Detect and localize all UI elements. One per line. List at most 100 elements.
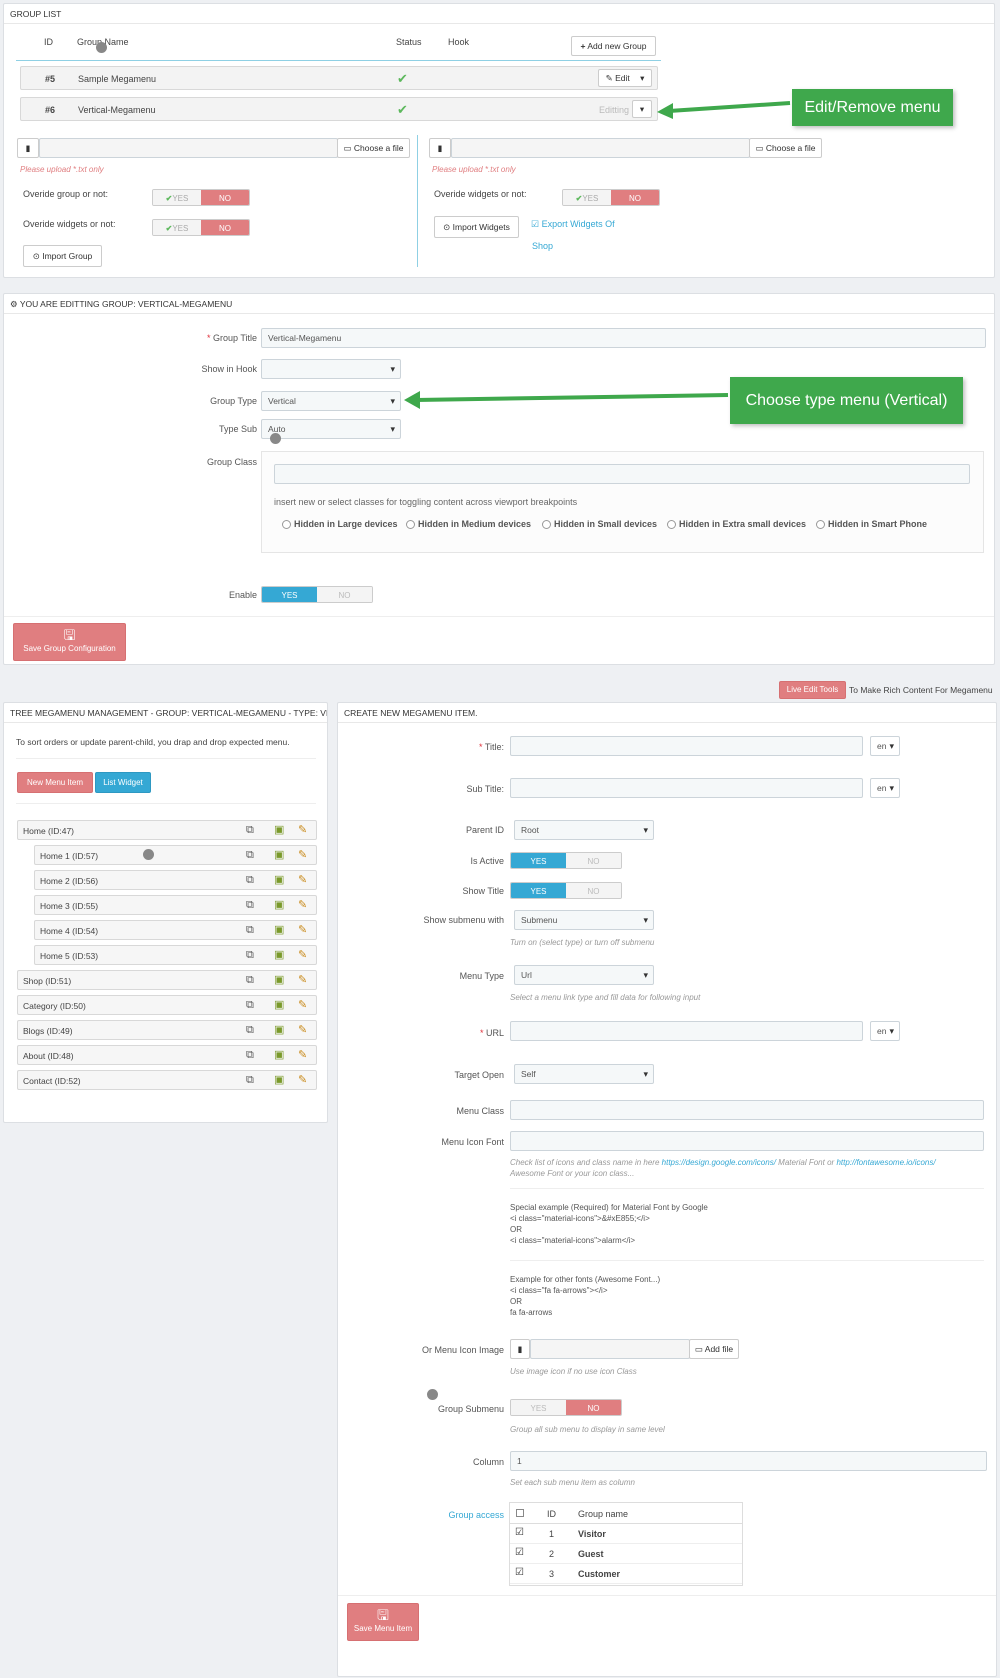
delete-icon[interactable]: ▣ bbox=[274, 1050, 284, 1061]
list-widget-button[interactable]: List Widget bbox=[95, 772, 151, 793]
choose-file-button[interactable]: ▭ Choose a file bbox=[749, 138, 822, 158]
duplicate-icon[interactable]: ⧉ bbox=[246, 900, 254, 911]
duplicate-icon[interactable]: ⧉ bbox=[246, 1025, 254, 1036]
save-menu-item-button[interactable]: 🖫 Save Menu Item bbox=[347, 1603, 419, 1641]
override-widgets-toggle[interactable]: ✔YES NO bbox=[152, 219, 250, 236]
duplicate-icon[interactable]: ⧉ bbox=[246, 975, 254, 986]
column-input[interactable]: 1 bbox=[510, 1451, 987, 1471]
title-input[interactable] bbox=[510, 736, 863, 756]
fontawesome-link[interactable]: http://fontawesome.io/icons/ bbox=[836, 1158, 935, 1167]
edit-pencil-icon[interactable]: ✎ bbox=[298, 850, 307, 861]
menu-type-select[interactable]: Url bbox=[514, 965, 654, 985]
add-group-button[interactable]: + Add new Group bbox=[571, 36, 656, 56]
toggle-yes[interactable]: ✔YES bbox=[153, 220, 201, 235]
delete-icon[interactable]: ▣ bbox=[274, 950, 284, 961]
toggle-no[interactable]: NO bbox=[201, 190, 249, 205]
new-menu-item-button[interactable]: New Menu Item bbox=[17, 772, 93, 793]
export-widgets-link[interactable]: ☑ Export Widgets Of bbox=[531, 219, 615, 230]
duplicate-icon[interactable]: ⧉ bbox=[246, 825, 254, 836]
menu-class-input[interactable] bbox=[510, 1100, 984, 1120]
edit-pencil-icon[interactable]: ✎ bbox=[298, 1025, 307, 1036]
file-icon-button[interactable]: ▮ bbox=[17, 138, 39, 158]
delete-icon[interactable]: ▣ bbox=[274, 900, 284, 911]
edit-pencil-icon[interactable]: ✎ bbox=[298, 925, 307, 936]
tree-item[interactable]: Home (ID:47) ⧉ ▣ ✎ bbox=[17, 820, 317, 840]
file-icon-button[interactable]: ▮ bbox=[510, 1339, 530, 1359]
toggle-no[interactable]: NO bbox=[317, 587, 372, 602]
hidden-medium-option[interactable]: Hidden in Medium devices bbox=[406, 519, 531, 530]
import-widgets-button[interactable]: ⊙ Import Widgets bbox=[434, 216, 519, 238]
file-icon-button[interactable]: ▮ bbox=[429, 138, 451, 158]
edit-button[interactable]: ✎ Edit ▾ bbox=[598, 69, 652, 87]
hidden-small-option[interactable]: Hidden in Small devices bbox=[542, 519, 657, 530]
delete-icon[interactable]: ▣ bbox=[274, 1025, 284, 1036]
tree-item[interactable]: Shop (ID:51) ⧉ ▣ ✎ bbox=[17, 970, 317, 990]
access-checkbox[interactable]: ☑ bbox=[515, 1567, 524, 1578]
tree-item[interactable]: Category (ID:50) ⧉ ▣ ✎ bbox=[17, 995, 317, 1015]
delete-icon[interactable]: ▣ bbox=[274, 925, 284, 936]
enable-toggle[interactable]: YES NO bbox=[261, 586, 373, 603]
hidden-phone-option[interactable]: Hidden in Smart Phone bbox=[816, 519, 927, 530]
target-open-select[interactable]: Self bbox=[514, 1064, 654, 1084]
duplicate-icon[interactable]: ⧉ bbox=[246, 1050, 254, 1061]
duplicate-icon[interactable]: ⧉ bbox=[246, 1000, 254, 1011]
live-edit-tools-button[interactable]: Live Edit Tools bbox=[779, 681, 846, 699]
group-file-input[interactable] bbox=[39, 138, 338, 158]
choose-file-button[interactable]: ▭ Choose a file bbox=[337, 138, 410, 158]
toggle-yes[interactable]: YES bbox=[262, 587, 317, 602]
show-in-hook-select[interactable] bbox=[261, 359, 401, 379]
toggle-no[interactable]: NO bbox=[566, 853, 621, 868]
toggle-no[interactable]: NO bbox=[566, 883, 621, 898]
group-class-input[interactable] bbox=[274, 464, 970, 484]
tree-item[interactable]: About (ID:48) ⧉ ▣ ✎ bbox=[17, 1045, 317, 1065]
group-type-select[interactable]: Vertical bbox=[261, 391, 401, 411]
material-icons-link[interactable]: https://design.google.com/icons/ bbox=[662, 1158, 776, 1167]
edit-pencil-icon[interactable]: ✎ bbox=[298, 975, 307, 986]
toggle-no[interactable]: NO bbox=[566, 1400, 621, 1415]
override-widgets-toggle[interactable]: ✔YES NO bbox=[562, 189, 660, 206]
toggle-yes[interactable]: YES bbox=[511, 853, 566, 868]
duplicate-icon[interactable]: ⧉ bbox=[246, 1075, 254, 1086]
toggle-yes[interactable]: ✔YES bbox=[153, 190, 201, 205]
edit-pencil-icon[interactable]: ✎ bbox=[298, 1050, 307, 1061]
delete-icon[interactable]: ▣ bbox=[274, 825, 284, 836]
import-group-button[interactable]: ⊙ Import Group bbox=[23, 245, 102, 267]
row-actions-dropdown[interactable]: ▾ bbox=[632, 100, 652, 118]
toggle-yes[interactable]: ✔YES bbox=[563, 190, 611, 205]
group-row[interactable]: #6 Vertical-Megamenu ✔ Editting ▾ bbox=[20, 97, 658, 121]
delete-icon[interactable]: ▣ bbox=[274, 875, 284, 886]
add-file-button[interactable]: ▭ Add file bbox=[689, 1339, 739, 1359]
subtitle-lang-select[interactable]: en bbox=[870, 778, 900, 798]
edit-pencil-icon[interactable]: ✎ bbox=[298, 900, 307, 911]
override-group-toggle[interactable]: ✔YES NO bbox=[152, 189, 250, 206]
tree-child-item[interactable]: Home 2 (ID:56) ⧉ ▣ ✎ bbox=[34, 870, 317, 890]
edit-pencil-icon[interactable]: ✎ bbox=[298, 875, 307, 886]
show-title-toggle[interactable]: YES NO bbox=[510, 882, 622, 899]
delete-icon[interactable]: ▣ bbox=[274, 1000, 284, 1011]
tree-child-item[interactable]: Home 1 (ID:57) ⧉ ▣ ✎ bbox=[34, 845, 317, 865]
tree-child-item[interactable]: Home 4 (ID:54) ⧉ ▣ ✎ bbox=[34, 920, 317, 940]
save-group-button[interactable]: 🖫 Save Group Configuration bbox=[13, 623, 126, 661]
tree-item[interactable]: Blogs (ID:49) ⧉ ▣ ✎ bbox=[17, 1020, 317, 1040]
edit-pencil-icon[interactable]: ✎ bbox=[298, 1075, 307, 1086]
show-submenu-select[interactable]: Submenu bbox=[514, 910, 654, 930]
delete-icon[interactable]: ▣ bbox=[274, 850, 284, 861]
url-input[interactable] bbox=[510, 1021, 863, 1041]
icon-image-input[interactable] bbox=[530, 1339, 690, 1359]
toggle-yes[interactable]: YES bbox=[511, 883, 566, 898]
select-all-checkbox[interactable] bbox=[516, 1509, 524, 1517]
export-widgets-link-shop[interactable]: Shop bbox=[532, 241, 553, 251]
tree-child-item[interactable]: Home 3 (ID:55) ⧉ ▣ ✎ bbox=[34, 895, 317, 915]
toggle-no[interactable]: NO bbox=[611, 190, 659, 205]
hidden-xsmall-option[interactable]: Hidden in Extra small devices bbox=[667, 519, 806, 530]
type-sub-select[interactable]: Auto bbox=[261, 419, 401, 439]
tree-item[interactable]: Contact (ID:52) ⧉ ▣ ✎ bbox=[17, 1070, 317, 1090]
duplicate-icon[interactable]: ⧉ bbox=[246, 950, 254, 961]
widgets-file-input[interactable] bbox=[451, 138, 750, 158]
delete-icon[interactable]: ▣ bbox=[274, 975, 284, 986]
hidden-large-option[interactable]: Hidden in Large devices bbox=[282, 519, 398, 530]
menu-icon-font-input[interactable] bbox=[510, 1131, 984, 1151]
parent-id-select[interactable]: Root bbox=[514, 820, 654, 840]
group-row[interactable]: #5 Sample Megamenu ✔ ✎ Edit ▾ bbox=[20, 66, 658, 90]
toggle-no[interactable]: NO bbox=[201, 220, 249, 235]
